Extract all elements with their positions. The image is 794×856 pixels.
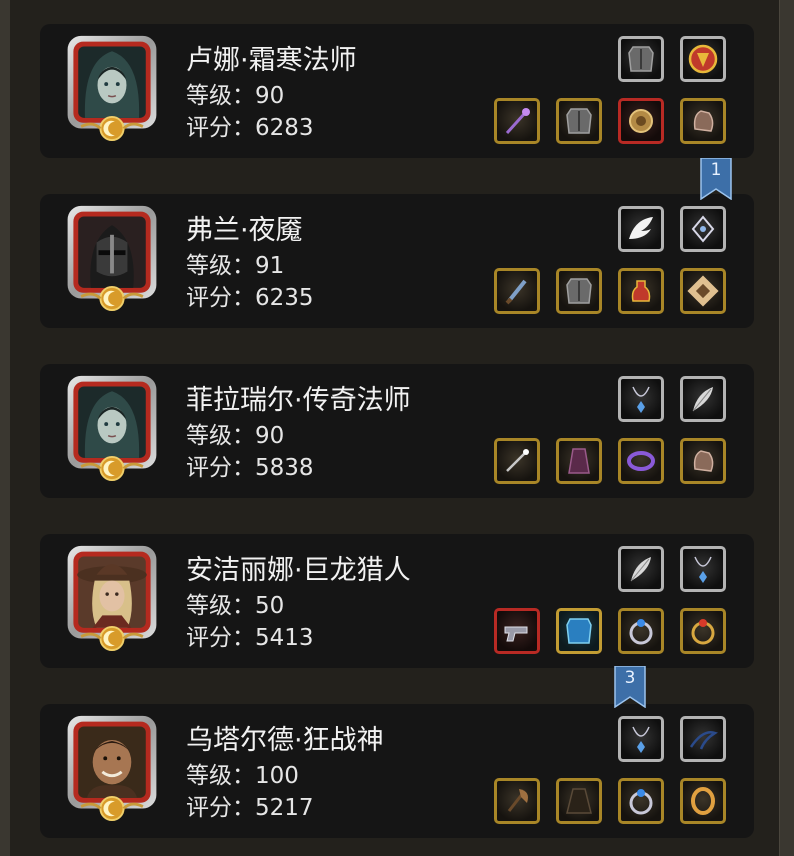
hero-score: 评分：5838 — [186, 455, 314, 481]
rank-ribbon: 1 — [700, 158, 732, 200]
equipment-slot-ring-blue-icon[interactable] — [618, 608, 664, 654]
equipment-slot-blue-armor-icon[interactable] — [556, 608, 602, 654]
equipment-slot-gloves-icon[interactable] — [680, 438, 726, 484]
equipment-slot-shield-crest-icon[interactable] — [680, 36, 726, 82]
rank-number: 3 — [624, 668, 636, 688]
equipment-slot-ring-gold-icon[interactable] — [680, 778, 726, 824]
left-border — [0, 0, 10, 856]
equipment-slot-tome-icon[interactable] — [680, 268, 726, 314]
hero-name: 菲拉瑞尔·传奇法师 — [186, 385, 411, 416]
equipment-slot-potion-icon[interactable] — [618, 268, 664, 314]
equipment-slot-amulet-icon[interactable] — [618, 98, 664, 144]
equipment-slot-staff-icon[interactable] — [494, 98, 540, 144]
equipment-slot-robe-icon[interactable] — [556, 438, 602, 484]
hero-card[interactable]: 弗兰·夜魇等级：91 评分：6235 — [40, 194, 754, 328]
hero-card[interactable]: 卢娜·霜寒法师等级：90 评分：6283 — [40, 24, 754, 158]
hero-score: 评分：5413 — [186, 625, 314, 651]
hero-score: 评分：6235 — [186, 285, 314, 311]
equipment-slot-ring-purple-icon[interactable] — [618, 438, 664, 484]
equipment-slot-whip-icon[interactable] — [680, 716, 726, 762]
equipment-slot-chest-armor-icon[interactable] — [556, 98, 602, 144]
equipment-slot-ring-red-icon[interactable] — [680, 608, 726, 654]
hero-score: 评分：5217 — [186, 795, 314, 821]
hero-portrait-hooded-mage[interactable] — [62, 32, 162, 142]
hero-portrait-black-knight[interactable] — [62, 202, 162, 312]
hero-level: 等级：91 — [186, 253, 285, 279]
hero-level: 等级：90 — [186, 423, 285, 449]
scrollbar-track[interactable] — [779, 0, 794, 856]
hero-portrait-hooded-mage[interactable] — [62, 372, 162, 482]
hero-level: 等级：50 — [186, 593, 285, 619]
equipment-slot-gloves-icon[interactable] — [680, 98, 726, 144]
equipment-slot-necklace-icon[interactable] — [680, 546, 726, 592]
equipment-slot-pistol-icon[interactable] — [494, 608, 540, 654]
hero-level: 等级：90 — [186, 83, 285, 109]
hero-name: 卢娜·霜寒法师 — [186, 45, 357, 76]
hero-name: 安洁丽娜·巨龙猎人 — [186, 555, 411, 586]
hero-card[interactable]: 安洁丽娜·巨龙猎人等级：50 评分：5413 — [40, 534, 754, 668]
rank-ribbon: 3 — [614, 666, 646, 708]
equipment-slot-necklace-icon[interactable] — [618, 376, 664, 422]
hero-name: 弗兰·夜魇 — [186, 215, 303, 246]
equipment-slot-dagger-icon[interactable] — [494, 268, 540, 314]
equipment-slot-axe-icon[interactable] — [494, 778, 540, 824]
equipment-slot-necklace-icon[interactable] — [618, 716, 664, 762]
equipment-slot-sigil-icon[interactable] — [680, 206, 726, 252]
equipment-slot-feather-icon[interactable] — [680, 376, 726, 422]
hero-score: 评分：6283 — [186, 115, 314, 141]
equipment-slot-cloak-icon[interactable] — [556, 778, 602, 824]
equipment-slot-feather-icon[interactable] — [618, 546, 664, 592]
hero-card[interactable]: 乌塔尔德·狂战神等级：100 评分：5217 — [40, 704, 754, 838]
hero-name: 乌塔尔德·狂战神 — [186, 725, 384, 756]
hero-card[interactable]: 菲拉瑞尔·传奇法师等级：90 评分：5838 — [40, 364, 754, 498]
equipment-slot-chest-armor-icon[interactable] — [618, 36, 664, 82]
rank-number: 1 — [710, 160, 722, 180]
hero-level: 等级：100 — [186, 763, 299, 789]
equipment-slot-wand-icon[interactable] — [494, 438, 540, 484]
equipment-slot-ring-blue-icon[interactable] — [618, 778, 664, 824]
equipment-slot-chest-armor-icon[interactable] — [556, 268, 602, 314]
hero-portrait-hunter[interactable] — [62, 542, 162, 652]
hero-portrait-berserker[interactable] — [62, 712, 162, 822]
equipment-slot-wing-icon[interactable] — [618, 206, 664, 252]
